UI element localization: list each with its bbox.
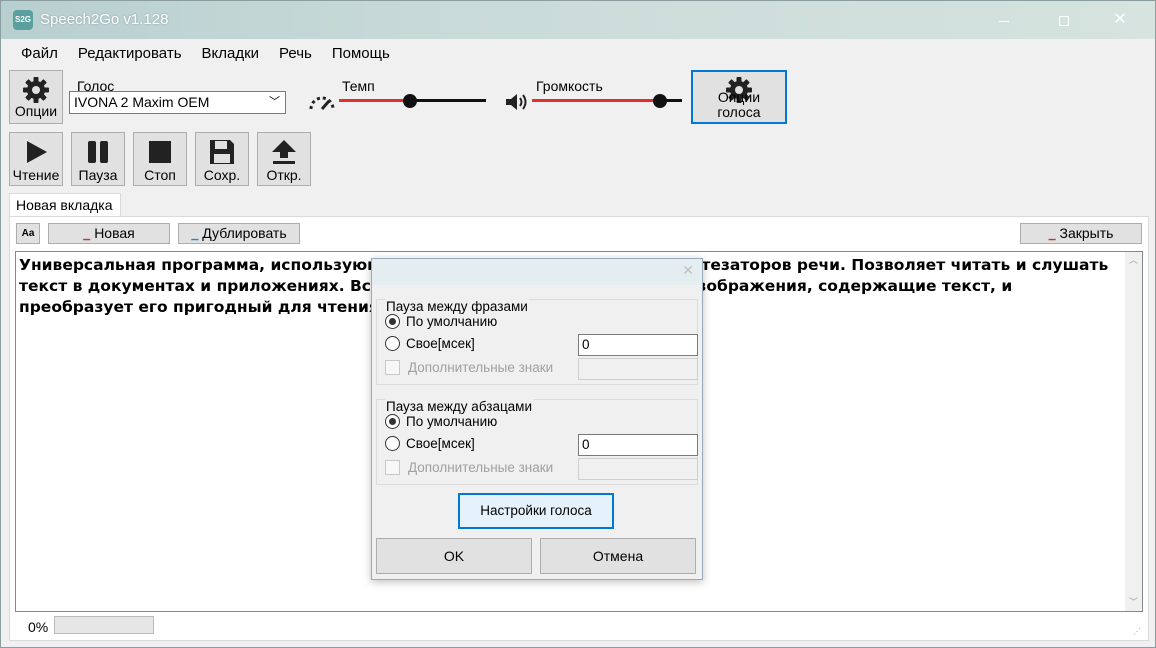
ok-button[interactable]: OK <box>376 538 532 574</box>
open-label: Откр. <box>266 167 302 183</box>
gear-icon <box>23 77 49 103</box>
paragraphs-default-radio[interactable]: По умолчанию <box>385 414 497 429</box>
read-button[interactable]: Чтение <box>9 132 63 186</box>
upload-icon <box>272 140 296 164</box>
paragraphs-extra-label: Дополнительные знаки <box>408 460 554 475</box>
floppy-icon <box>210 140 234 164</box>
pause-icon <box>88 141 108 163</box>
voice-settings-button[interactable]: Настройки голоса <box>458 493 614 529</box>
voice-select[interactable]: IVONA 2 Maxim OEM ﹀ <box>69 91 286 114</box>
app-window: S2G Speech2Go v1.128 ✕ Файл Редактироват… <box>0 0 1156 648</box>
paragraphs-default-label: По умолчанию <box>406 414 498 429</box>
voice-options-label: Опции голоса <box>717 89 761 120</box>
radio-icon <box>385 436 400 451</box>
radio-icon <box>385 314 400 329</box>
checkbox-icon <box>385 360 400 375</box>
phrases-extra-label: Дополнительные знаки <box>408 360 554 375</box>
play-icon <box>27 141 47 163</box>
speedometer-icon <box>309 96 335 110</box>
volume-fill <box>532 99 660 102</box>
window-title: Speech2Go v1.128 <box>40 11 169 28</box>
options-button[interactable]: Опции <box>9 70 63 124</box>
title-bar: S2G Speech2Go v1.128 ✕ <box>1 1 1155 39</box>
phrases-extra-checkbox[interactable]: Дополнительные знаки <box>385 360 553 375</box>
duplicate-label: Дублировать <box>202 225 287 241</box>
paragraphs-custom-input[interactable]: 0 <box>578 434 698 456</box>
close-window-button[interactable]: ✕ <box>1097 1 1143 39</box>
close-tab-icon: ▁ <box>1048 230 1056 240</box>
duplicate-icon: ▁ <box>191 230 199 240</box>
progress-bar <box>54 616 154 634</box>
phrases-default-radio[interactable]: По умолчанию <box>385 314 497 329</box>
new-tab-button[interactable]: ▁ Новая <box>48 223 170 244</box>
volume-slider-thumb[interactable] <box>652 94 667 108</box>
font-button[interactable]: Aa <box>16 223 40 244</box>
open-button[interactable]: Откр. <box>257 132 311 186</box>
phrases-group: Пауза между фразами По умолчанию Свое[мс… <box>376 299 698 385</box>
stop-icon <box>149 141 171 163</box>
minimize-button[interactable] <box>981 1 1027 39</box>
volume-label: Громкость <box>536 78 603 94</box>
tempo-fill <box>339 99 410 102</box>
radio-icon <box>385 414 400 429</box>
menu-tabs[interactable]: Вкладки <box>192 43 270 65</box>
voice-select-value: IVONA 2 Maxim OEM <box>74 94 210 110</box>
phrases-extra-input <box>578 358 698 380</box>
dialog-close-icon[interactable]: ✕ <box>682 262 694 279</box>
tempo-label: Темп <box>342 78 375 94</box>
new-tab-icon: ▁ <box>83 230 91 240</box>
paragraphs-extra-input <box>578 458 698 480</box>
paragraphs-custom-label: Свое[мсек] <box>406 436 475 451</box>
save-button[interactable]: Сохр. <box>195 132 249 186</box>
app-logo-icon: S2G <box>13 10 33 30</box>
status-percent: 0% <box>28 619 49 635</box>
read-label: Чтение <box>12 167 60 183</box>
chevron-down-icon: ﹀ <box>269 96 280 108</box>
phrases-default-label: По умолчанию <box>406 314 498 329</box>
paragraphs-group-title: Пауза между абзацами <box>385 399 534 414</box>
duplicate-tab-button[interactable]: ▁ Дублировать <box>178 223 300 244</box>
menu-edit[interactable]: Редактировать <box>68 43 192 65</box>
phrases-custom-radio[interactable]: Свое[мсек] <box>385 336 475 351</box>
new-tab-label: Новая <box>94 225 135 241</box>
resize-grip-icon[interactable]: ⋰ <box>1133 627 1145 639</box>
editor-scrollbar[interactable]: ︿ ﹀ <box>1125 252 1142 611</box>
paragraphs-custom-radio[interactable]: Свое[мсек] <box>385 436 475 451</box>
options-label: Опции <box>14 103 58 119</box>
phrases-group-title: Пауза между фразами <box>385 299 529 314</box>
phrases-custom-label: Свое[мсек] <box>406 336 475 351</box>
maximize-button[interactable] <box>1041 1 1087 39</box>
paragraphs-extra-checkbox[interactable]: Дополнительные знаки <box>385 460 553 475</box>
cancel-button[interactable]: Отмена <box>540 538 696 574</box>
menu-speech[interactable]: Речь <box>269 43 322 65</box>
radio-icon <box>385 336 400 351</box>
menu-file[interactable]: Файл <box>11 43 68 65</box>
pause-label: Пауза <box>78 167 118 183</box>
paragraphs-group: Пауза между абзацами По умолчанию Свое[м… <box>376 399 698 485</box>
minimize-icon <box>999 20 1009 22</box>
dialog-title-bar: ✕ <box>372 259 702 285</box>
save-label: Сохр. <box>203 167 241 183</box>
pause-button[interactable]: Пауза <box>71 132 125 186</box>
pause-settings-dialog: ✕ Пауза между фразами По умолчанию Свое[… <box>371 258 703 580</box>
tempo-slider-thumb[interactable] <box>402 94 417 108</box>
close-tab-label: Закрыть <box>1059 225 1114 241</box>
phrases-custom-input[interactable]: 0 <box>578 334 698 356</box>
menu-help[interactable]: Помощь <box>322 43 400 65</box>
stop-button[interactable]: Стоп <box>133 132 187 186</box>
close-tab-button[interactable]: ▁ Закрыть <box>1020 223 1142 244</box>
speaker-icon <box>506 94 527 110</box>
stop-label: Стоп <box>144 167 176 183</box>
scroll-down-icon[interactable]: ﹀ <box>1125 594 1142 611</box>
voice-options-button[interactable]: Опции голоса <box>691 70 787 124</box>
maximize-icon <box>1059 16 1069 27</box>
checkbox-icon <box>385 460 400 475</box>
menu-bar: Файл Редактировать Вкладки Речь Помощь <box>11 43 400 65</box>
scroll-up-icon[interactable]: ︿ <box>1125 252 1142 269</box>
tab-new[interactable]: Новая вкладка <box>9 193 121 217</box>
